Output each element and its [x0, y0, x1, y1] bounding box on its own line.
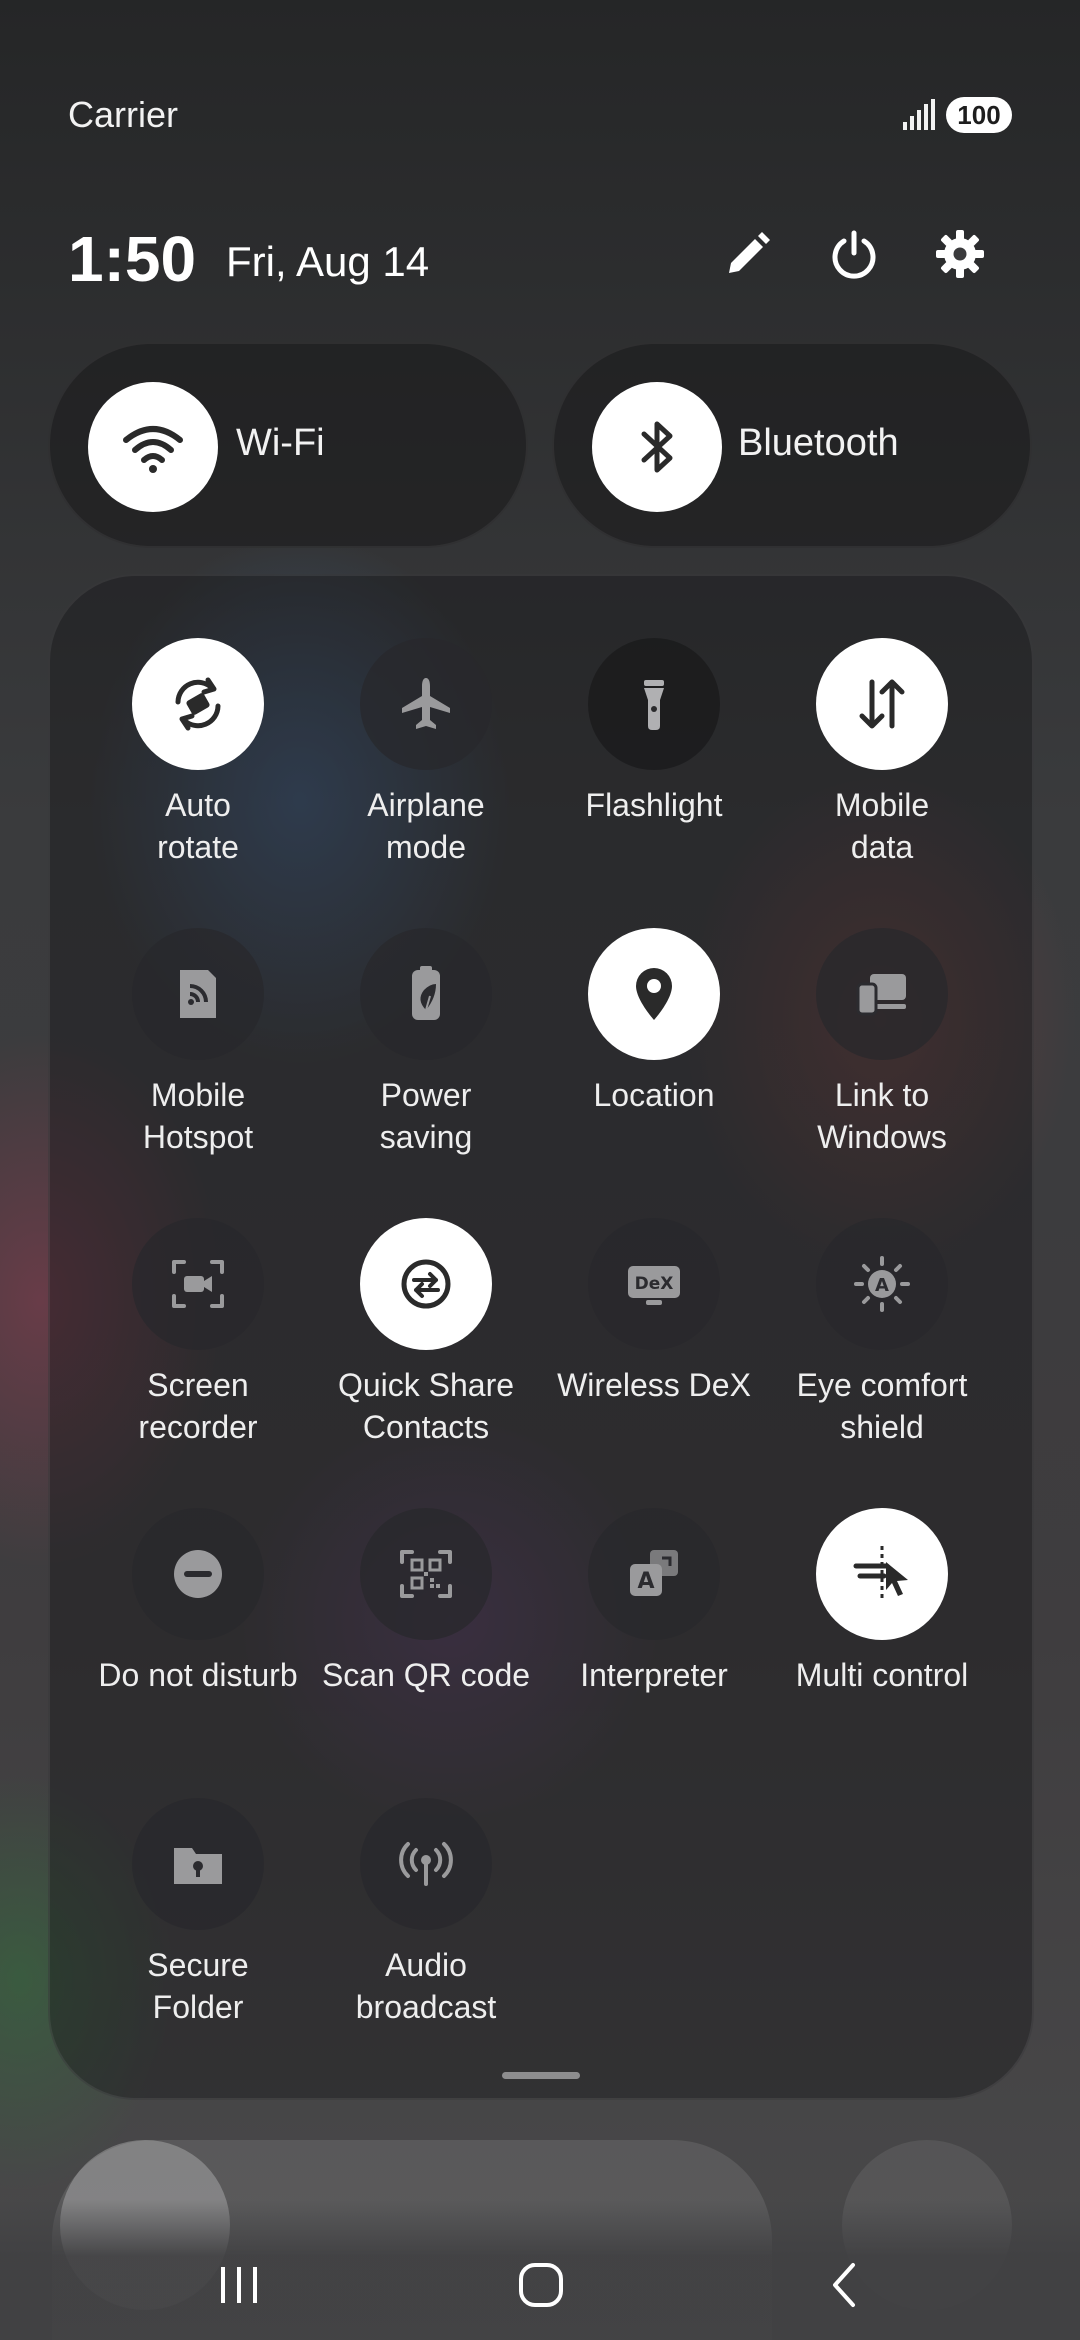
- link-to-windows-icon: [856, 974, 906, 1016]
- interpreter-button[interactable]: A: [588, 1508, 720, 1640]
- tile-link-to-windows[interactable]: Link to Windows: [768, 928, 996, 1198]
- power-button[interactable]: [822, 222, 886, 286]
- tile-location[interactable]: Location: [540, 928, 768, 1198]
- do-not-disturb-icon: [174, 1550, 222, 1598]
- scan-qr-button[interactable]: [360, 1508, 492, 1640]
- multi-control-icon: [853, 1546, 908, 1602]
- tile-mobile-hotspot[interactable]: Mobile Hotspot: [84, 928, 312, 1198]
- power-saving-button[interactable]: [360, 928, 492, 1060]
- edit-button[interactable]: [716, 222, 780, 286]
- back-icon: [833, 2263, 855, 2307]
- hotspot-icon: [180, 970, 216, 1018]
- bluetooth-label: Bluetooth: [738, 422, 899, 464]
- battery-indicator: 100: [946, 97, 1012, 133]
- tile-label: Mobile data: [834, 787, 930, 865]
- bluetooth-toggle[interactable]: Bluetooth: [552, 342, 1032, 548]
- tile-flashlight[interactable]: Flashlight: [540, 638, 768, 908]
- audio-broadcast-button[interactable]: [360, 1798, 492, 1930]
- svg-text:DeX: DeX: [635, 1274, 674, 1294]
- settings-button[interactable]: [928, 222, 992, 286]
- tile-label: Link to Windows: [817, 1077, 947, 1155]
- screen-recorder-button[interactable]: [132, 1218, 264, 1350]
- eye-comfort-icon: A: [854, 1256, 910, 1312]
- tile-interpreter[interactable]: A Interpreter: [540, 1508, 768, 1778]
- mobile-data-icon: [859, 679, 905, 729]
- interpreter-icon: A: [630, 1550, 678, 1596]
- recents-button[interactable]: [194, 2240, 284, 2330]
- home-button[interactable]: [496, 2240, 586, 2330]
- tile-do-not-disturb[interactable]: Do not disturb: [84, 1508, 312, 1778]
- gear-icon: [936, 230, 984, 278]
- recents-icon: [221, 2267, 257, 2303]
- audio-broadcast-icon: [399, 1842, 453, 1886]
- signal-bars-icon: [903, 99, 935, 130]
- tile-wireless-dex[interactable]: DeX Wireless DeX: [540, 1218, 768, 1488]
- svg-text:A: A: [637, 1569, 654, 1594]
- secure-folder-button[interactable]: [132, 1798, 264, 1930]
- power-icon: [832, 230, 876, 279]
- tile-airplane-mode[interactable]: Airplane mode: [312, 638, 540, 908]
- airplane-mode-button[interactable]: [360, 638, 492, 770]
- eye-comfort-button[interactable]: A: [816, 1218, 948, 1350]
- navigation-bar: [0, 2200, 1080, 2340]
- wifi-icon: [123, 426, 183, 473]
- panel-drag-handle[interactable]: [502, 2072, 580, 2079]
- tile-mobile-data[interactable]: Mobile data: [768, 638, 996, 908]
- mobile-hotspot-button[interactable]: [132, 928, 264, 1060]
- screen-recorder-icon: [172, 1260, 224, 1308]
- tile-quick-share[interactable]: Quick Share Contacts: [312, 1218, 540, 1488]
- status-bar: Carrier 100: [0, 0, 1080, 150]
- tile-secure-folder[interactable]: Secure Folder: [84, 1798, 312, 2068]
- mobile-data-button[interactable]: [816, 638, 948, 770]
- tile-multi-control[interactable]: Multi control: [768, 1508, 996, 1778]
- dex-icon: DeX: [628, 1266, 680, 1305]
- wireless-dex-button[interactable]: DeX: [588, 1218, 720, 1350]
- location-icon: [636, 968, 672, 1020]
- wifi-label: Wi-Fi: [236, 422, 325, 464]
- clock: 1:50: [68, 223, 197, 295]
- back-button[interactable]: [800, 2240, 890, 2330]
- tile-label: Eye comfort shield: [796, 1367, 968, 1445]
- qr-code-icon: [400, 1550, 452, 1598]
- power-saving-icon: [412, 966, 440, 1020]
- tile-label: Multi control: [795, 1657, 969, 1693]
- do-not-disturb-button[interactable]: [132, 1508, 264, 1640]
- link-to-windows-button[interactable]: [816, 928, 948, 1060]
- date-label: Fri, Aug 14: [226, 238, 430, 285]
- tile-power-saving[interactable]: Power saving: [312, 928, 540, 1198]
- bluetooth-toggle-button[interactable]: [592, 382, 722, 512]
- tile-scan-qr[interactable]: Scan QR code: [312, 1508, 540, 1778]
- pencil-icon: [729, 232, 770, 273]
- auto-rotate-button[interactable]: [132, 638, 264, 770]
- tile-auto-rotate[interactable]: Auto rotate: [84, 638, 312, 908]
- airplane-icon: [402, 678, 450, 729]
- tile-label: Audio broadcast: [355, 1947, 497, 2025]
- quick-share-button[interactable]: [360, 1218, 492, 1350]
- multi-control-button[interactable]: [816, 1508, 948, 1640]
- home-icon: [519, 2263, 563, 2307]
- location-button[interactable]: [588, 928, 720, 1060]
- wifi-toggle-button[interactable]: [88, 382, 218, 512]
- bluetooth-icon: [641, 421, 673, 473]
- flashlight-button[interactable]: [588, 638, 720, 770]
- carrier-label: Carrier: [68, 94, 179, 135]
- svg-text:A: A: [875, 1275, 889, 1296]
- auto-rotate-icon: [175, 677, 221, 731]
- wifi-toggle[interactable]: Wi-Fi: [48, 342, 528, 548]
- tile-audio-broadcast[interactable]: Audio broadcast: [312, 1798, 540, 2068]
- tile-eye-comfort[interactable]: A Eye comfort shield: [768, 1218, 996, 1488]
- tile-screen-recorder[interactable]: Screen recorder: [84, 1218, 312, 1488]
- secure-folder-icon: [174, 1848, 222, 1884]
- flashlight-icon: [644, 680, 664, 730]
- quick-share-icon: [401, 1259, 451, 1309]
